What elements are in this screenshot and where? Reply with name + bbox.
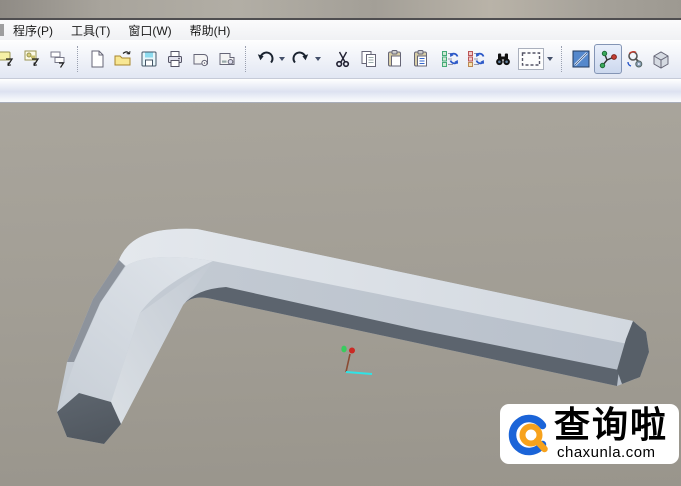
send-mail-icon (191, 49, 211, 69)
run-image-window-icon (23, 49, 43, 69)
regenerate-button[interactable] (438, 44, 464, 74)
spin-center-marker (341, 346, 372, 374)
copy-icon (359, 49, 379, 69)
find-button[interactable] (490, 44, 516, 74)
redo-button[interactable] (288, 44, 314, 74)
chaxunla-logo-icon (506, 411, 552, 457)
window-title-strip (0, 0, 681, 18)
watermark-domain-text: chaxunla.com (557, 444, 656, 461)
datum-point-display-button[interactable] (622, 44, 648, 74)
cut-button[interactable] (330, 44, 356, 74)
new-file-button[interactable] (84, 44, 110, 74)
toolbar-separator (77, 46, 79, 72)
datum-plane-display-button[interactable] (568, 44, 594, 74)
watermark-badge: 查询啦 chaxunla.com (500, 404, 679, 464)
mail-options-icon (217, 49, 237, 69)
copy-button[interactable] (356, 44, 382, 74)
csys-display-button[interactable] (648, 44, 674, 74)
undo-dropdown-caret[interactable] (279, 57, 285, 61)
run-dialog-button[interactable] (46, 44, 72, 74)
mail-options-button[interactable] (214, 44, 240, 74)
open-file-icon (113, 49, 133, 69)
run-image-window-button[interactable] (20, 44, 46, 74)
datum-plane-display-icon (571, 49, 591, 69)
main-toolbar (0, 40, 681, 79)
menu-program[interactable]: 程序(P) (4, 20, 62, 41)
print-button[interactable] (162, 44, 188, 74)
undo-button[interactable] (252, 44, 278, 74)
regenerate-icon (441, 49, 461, 69)
toolbar-separator (245, 46, 247, 72)
save-file-icon (139, 49, 159, 69)
spin-center-display-button[interactable] (594, 44, 622, 74)
paste-icon (385, 49, 405, 69)
run-window-icon (0, 49, 17, 69)
redo-dropdown-caret[interactable] (315, 57, 321, 61)
3d-viewport[interactable]: 查询啦 chaxunla.com (0, 103, 681, 486)
regenerate-custom-icon (467, 49, 487, 69)
redo-icon (291, 49, 311, 69)
selection-filter-icon (518, 48, 544, 70)
run-window-button[interactable] (0, 44, 20, 74)
secondary-toolbar-strip (0, 79, 681, 103)
menu-window[interactable]: 窗口(W) (119, 20, 180, 41)
csys-display-icon (651, 49, 671, 69)
menu-bar: 程序(P) 工具(T) 窗口(W) 帮助(H) (0, 18, 681, 40)
run-dialog-icon (49, 49, 69, 69)
send-mail-button[interactable] (188, 44, 214, 74)
paste-special-icon (411, 49, 431, 69)
print-icon (165, 49, 185, 69)
undo-icon (255, 49, 275, 69)
selection-filter-caret[interactable] (547, 57, 553, 61)
watermark-brand-text: 查询啦 (554, 405, 678, 445)
clipped-menu-item (0, 24, 4, 36)
paste-button[interactable] (382, 44, 408, 74)
toolbar-separator (561, 46, 563, 72)
menu-help[interactable]: 帮助(H) (181, 20, 240, 41)
selection-filter-button[interactable] (516, 44, 546, 74)
datum-point-display-icon (625, 49, 645, 69)
cut-icon (333, 49, 353, 69)
find-icon (493, 49, 513, 69)
new-file-icon (87, 49, 107, 69)
spin-center-display-icon (598, 49, 618, 69)
menu-tools[interactable]: 工具(T) (62, 20, 119, 41)
open-file-button[interactable] (110, 44, 136, 74)
paste-special-button[interactable] (408, 44, 434, 74)
save-file-button[interactable] (136, 44, 162, 74)
regenerate-custom-button[interactable] (464, 44, 490, 74)
